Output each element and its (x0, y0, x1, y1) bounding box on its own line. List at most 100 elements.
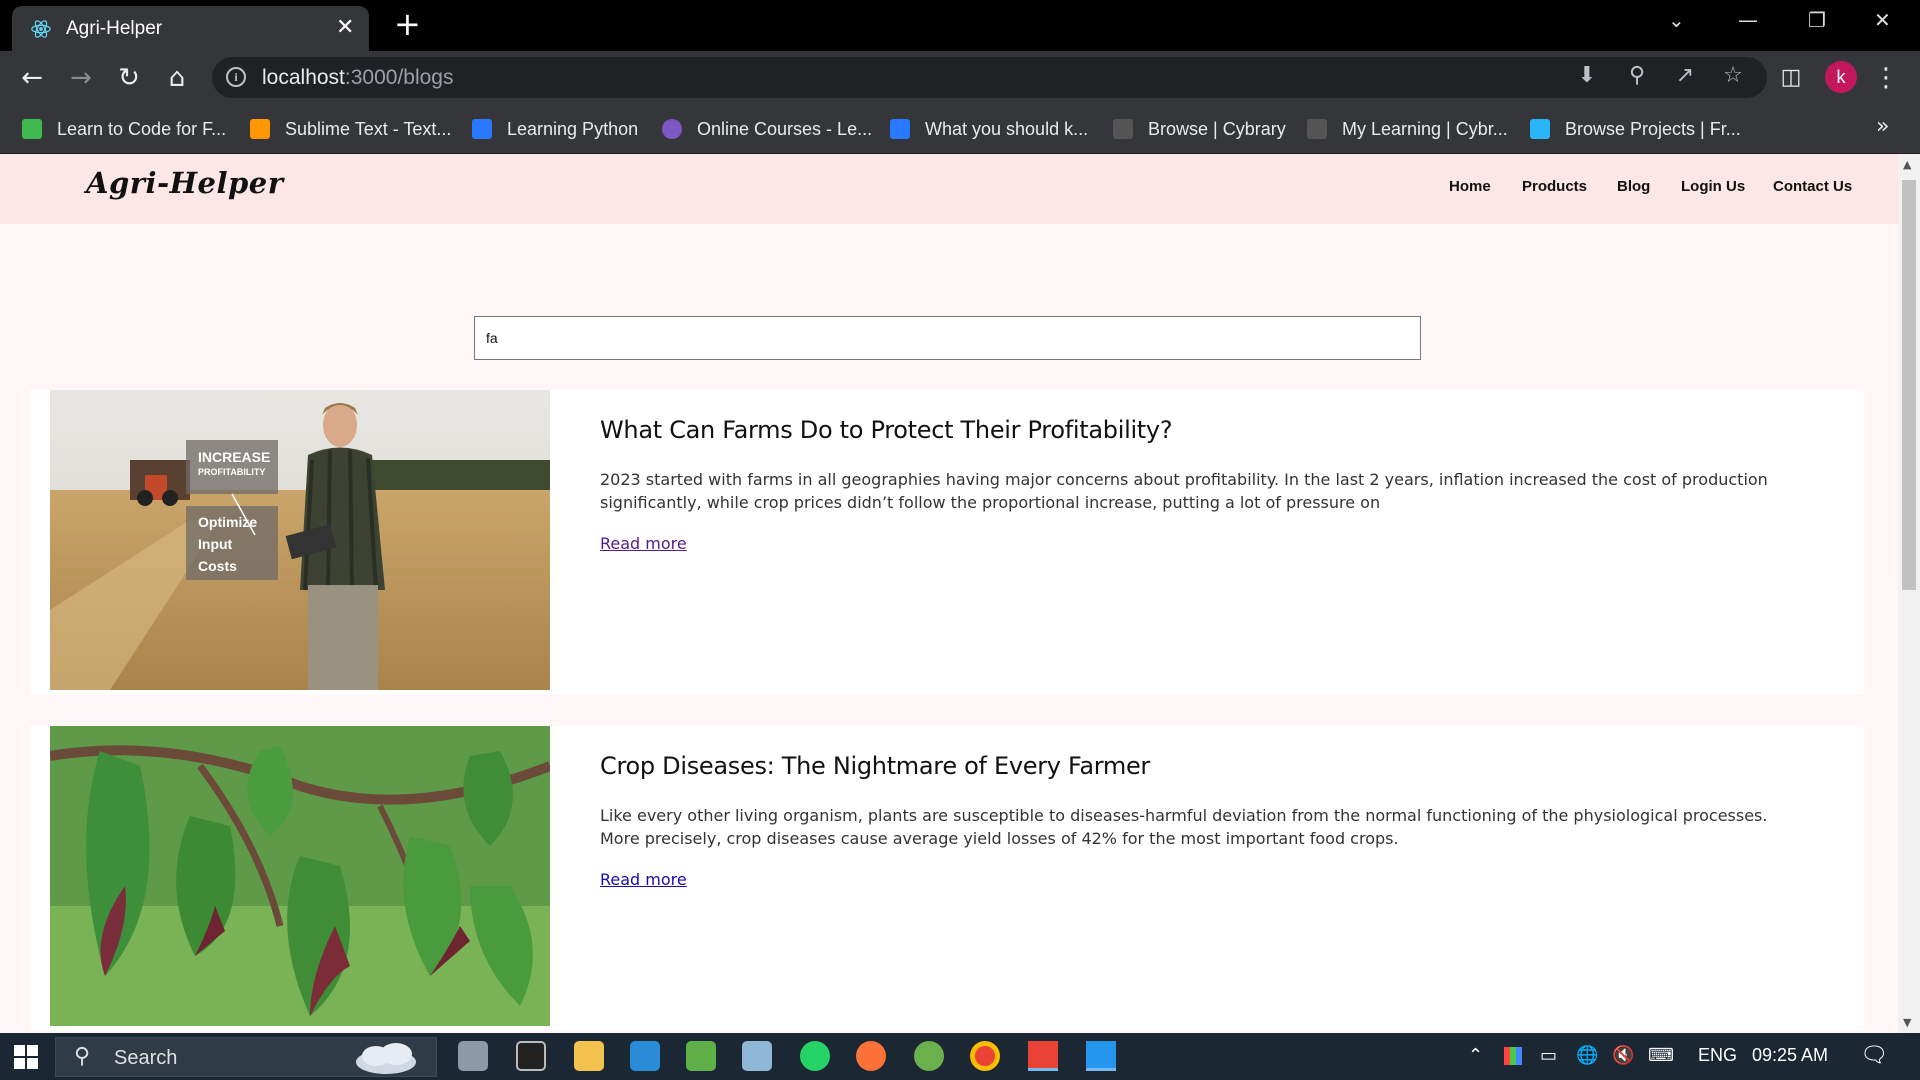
terminal-app-icon[interactable] (516, 1041, 546, 1071)
diseased-leaves-image (50, 726, 550, 1026)
nav-blog[interactable]: Blog (1617, 178, 1650, 195)
store-app-icon[interactable] (630, 1041, 660, 1071)
bookmark-item[interactable]: Sublime Text - Text... (250, 114, 451, 144)
home-icon[interactable]: ⌂ (162, 63, 192, 93)
overlay-text: Costs (198, 558, 237, 574)
read-more-link[interactable]: Read more (600, 870, 687, 889)
address-bar[interactable]: i localhost:3000/blogs ⬇ ⚲ ↗ ☆ (212, 57, 1767, 98)
chrome-active-app-icon[interactable] (1028, 1041, 1058, 1071)
scroll-down-icon[interactable]: ▼ (1903, 1016, 1911, 1029)
page-viewport: Agri-Helper Home Products Blog Login Us … (0, 154, 1898, 1033)
sublime-icon (250, 119, 270, 139)
weather-cloud-icon (356, 1043, 416, 1074)
windows-start-icon[interactable] (14, 1045, 38, 1069)
file-explorer-app-icon[interactable] (458, 1041, 488, 1071)
keyboard-icon[interactable]: ⌨ (1648, 1045, 1674, 1066)
cybrary-icon (1307, 119, 1327, 139)
bookmark-item[interactable]: Learning Python (472, 114, 638, 144)
battery-icon[interactable]: ▭ (1540, 1045, 1557, 1066)
scroll-thumb[interactable] (1902, 180, 1916, 590)
new-tab-button[interactable]: + (394, 8, 421, 40)
clock-time[interactable]: 09:25 AM (1752, 1045, 1828, 1066)
browser-tab[interactable]: Agri-Helper ✕ (12, 6, 369, 51)
forward-arrow-icon[interactable]: → (66, 63, 96, 93)
bookmarks-overflow-icon[interactable]: » (1876, 114, 1889, 139)
site-navbar: Agri-Helper Home Products Blog Login Us … (0, 154, 1898, 224)
firefox-app-icon[interactable] (856, 1041, 886, 1071)
scroll-up-icon[interactable]: ▲ (1903, 158, 1911, 171)
folder-app-icon[interactable] (574, 1041, 604, 1071)
address-url[interactable]: localhost:3000/blogs (262, 66, 453, 90)
freelancer-icon (1530, 119, 1550, 139)
browser-menu-icon[interactable]: ⋮ (1871, 63, 1901, 93)
react-icon (31, 20, 51, 38)
video-icon (472, 119, 492, 139)
video-icon (890, 119, 910, 139)
bookmark-item[interactable]: My Learning | Cybr... (1307, 114, 1508, 144)
nav-contact[interactable]: Contact Us (1773, 178, 1852, 195)
side-panel-icon[interactable]: ◫ (1776, 63, 1806, 93)
bookmark-item[interactable]: Online Courses - Le... (662, 114, 872, 144)
farmer-field-image: INCREASE PROFITABILITY Optimize Input Co… (50, 390, 550, 690)
nav-home[interactable]: Home (1449, 178, 1491, 195)
restore-window-icon[interactable]: ❐ (1808, 8, 1826, 32)
notepad-app-icon[interactable] (686, 1041, 716, 1071)
volume-mute-icon[interactable]: 🔇 (1612, 1045, 1634, 1066)
reload-icon[interactable]: ↻ (114, 63, 144, 93)
install-app-icon[interactable]: ⬇ (1572, 63, 1602, 88)
overlay-text: PROFITABILITY (198, 467, 265, 477)
read-more-link[interactable]: Read more (600, 534, 687, 553)
share-icon[interactable]: ↗ (1670, 63, 1700, 88)
tab-search-chevron-icon[interactable]: ⌄ (1668, 8, 1685, 32)
udemy-icon (662, 119, 682, 139)
overlay-text: INCREASE (198, 449, 270, 465)
overlay-text: Input (198, 536, 233, 552)
bookmarks-bar: Learn to Code for F... Sublime Text - Te… (0, 104, 1920, 154)
whatsapp-app-icon[interactable] (800, 1041, 830, 1071)
browser-tabstrip: Agri-Helper ✕ + ⌄ — ❐ ✕ (0, 0, 1920, 51)
bookmark-item[interactable]: Learn to Code for F... (22, 114, 226, 144)
blog-card-excerpt: Like every other living organism, plants… (600, 806, 1768, 848)
editor-app-icon[interactable] (742, 1041, 772, 1071)
chrome-app-icon[interactable] (970, 1041, 1000, 1071)
network-globe-icon[interactable]: 🌐 (1576, 1045, 1598, 1066)
site-logo[interactable]: Agri-Helper (86, 166, 283, 200)
leaf-app-icon[interactable] (914, 1041, 944, 1071)
blog-card-title: Crop Diseases: The Nightmare of Every Fa… (600, 752, 1150, 780)
overlay-text: Optimize (198, 514, 257, 530)
search-icon: ⚲ (74, 1044, 91, 1069)
tab-title: Agri-Helper (66, 18, 163, 39)
taskbar-search[interactable]: ⚲ Search (55, 1037, 437, 1077)
cybrary-icon (1113, 119, 1133, 139)
blog-card: Crop Diseases: The Nightmare of Every Fa… (30, 726, 1864, 1031)
blog-card-image (50, 726, 550, 1026)
docker-app-icon[interactable] (1086, 1041, 1116, 1071)
blog-card-image: INCREASE PROFITABILITY Optimize Input Co… (50, 390, 550, 690)
blog-card-title: What Can Farms Do to Protect Their Profi… (600, 416, 1173, 444)
nav-products[interactable]: Products (1522, 178, 1587, 195)
zoom-icon[interactable]: ⚲ (1622, 63, 1652, 88)
taskbar-search-label: Search (114, 1047, 178, 1069)
freecodecamp-icon (22, 119, 42, 139)
blog-card-excerpt: 2023 started with farms in all geographi… (600, 470, 1768, 512)
minimize-window-icon[interactable]: — (1738, 8, 1758, 32)
windows-taskbar: ⚲ Search ⌃ ▭ 🌐 🔇 ⌨ ENG 09:25 AM 🗨 (0, 1033, 1920, 1080)
bookmark-item[interactable]: Browse | Cybrary (1113, 114, 1286, 144)
nav-login[interactable]: Login Us (1681, 178, 1745, 195)
notifications-icon[interactable]: 🗨 (1860, 1042, 1888, 1068)
tray-overflow-icon[interactable]: ⌃ (1468, 1045, 1483, 1066)
browser-toolbar: ← → ↻ ⌂ i localhost:3000/blogs ⬇ ⚲ ↗ ☆ ◫… (0, 51, 1920, 104)
bookmark-item[interactable]: Browse Projects | Fr... (1530, 114, 1741, 144)
language-indicator[interactable]: ENG (1698, 1045, 1737, 1066)
site-info-icon[interactable]: i (226, 67, 246, 87)
blog-search-input[interactable] (474, 316, 1421, 360)
tab-close-icon[interactable]: ✕ (336, 15, 354, 40)
close-window-icon[interactable]: ✕ (1874, 8, 1891, 32)
tray-app-icon[interactable] (1504, 1047, 1522, 1065)
blog-card: INCREASE PROFITABILITY Optimize Input Co… (30, 390, 1864, 695)
page-scrollbar[interactable]: ▲ ▼ (1898, 154, 1920, 1033)
back-arrow-icon[interactable]: ← (17, 63, 47, 93)
bookmark-item[interactable]: What you should k... (890, 114, 1088, 144)
profile-avatar[interactable]: k (1825, 61, 1857, 93)
bookmark-star-icon[interactable]: ☆ (1718, 63, 1748, 88)
